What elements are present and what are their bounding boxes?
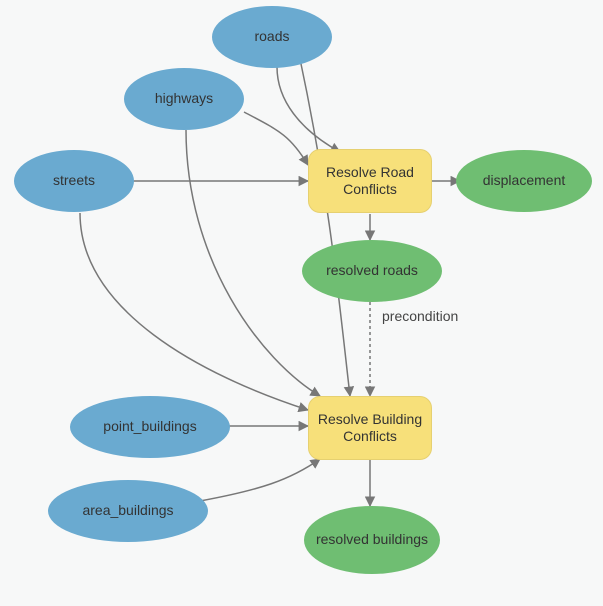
node-label: Resolve Building Conflicts <box>315 411 425 446</box>
node-point-buildings: point_buildings <box>70 396 230 458</box>
node-resolve-building-conflicts: Resolve Building Conflicts <box>308 396 432 460</box>
edge-label-precondition: precondition <box>382 308 458 324</box>
node-area-buildings: area_buildings <box>48 480 208 542</box>
node-streets: streets <box>14 150 134 212</box>
node-displacement: displacement <box>456 150 592 212</box>
node-label: Resolve Road Conflicts <box>315 164 425 199</box>
node-label: roads <box>254 28 289 46</box>
node-resolved-buildings: resolved buildings <box>304 506 440 574</box>
node-label: displacement <box>483 172 566 190</box>
node-label: point_buildings <box>103 418 196 436</box>
node-roads: roads <box>212 6 332 68</box>
node-label: area_buildings <box>82 502 173 520</box>
node-resolve-road-conflicts: Resolve Road Conflicts <box>308 149 432 213</box>
edge-label-text: precondition <box>382 308 458 324</box>
node-label: resolved buildings <box>316 531 428 549</box>
node-label: resolved roads <box>326 262 418 280</box>
node-label: streets <box>53 172 95 190</box>
node-resolved-roads: resolved roads <box>302 240 442 302</box>
node-highways: highways <box>124 68 244 130</box>
node-label: highways <box>155 90 213 108</box>
diagram-canvas: roads highways streets point_buildings a… <box>0 0 603 606</box>
